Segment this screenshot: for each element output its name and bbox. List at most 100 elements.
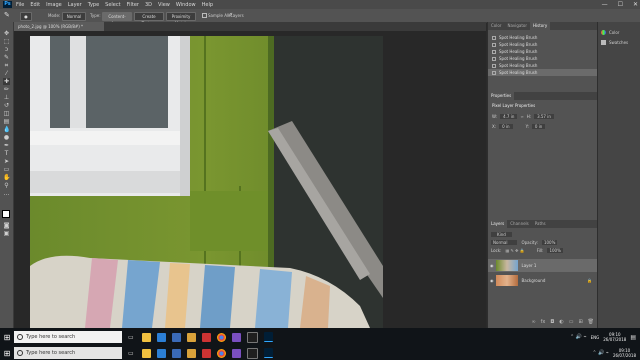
start-button-icon-2[interactable]: ⊞ — [0, 349, 14, 358]
spot-healing-tool-preset-icon[interactable]: ✎ — [4, 11, 14, 20]
file-explorer-icon[interactable] — [141, 332, 151, 342]
tray-icons[interactable]: ⌃ 🔊 ⌁ — [570, 334, 587, 340]
tab-paths[interactable]: Paths — [532, 220, 549, 228]
new-layer-icon[interactable]: ⊞ — [578, 319, 582, 326]
photoshop-taskbar-icon-2[interactable] — [263, 348, 273, 358]
w-field[interactable]: 4.7 in — [500, 114, 518, 119]
history-item[interactable]: Spot Healing Brush — [488, 62, 598, 69]
lasso-tool-icon[interactable]: ↄ — [3, 46, 10, 53]
brush-size-picker[interactable]: ● — [20, 12, 32, 21]
menu-select[interactable]: Select — [105, 2, 120, 8]
photoshop-taskbar-icon[interactable] — [263, 332, 273, 342]
start-button-icon[interactable]: ⊞ — [0, 333, 14, 342]
maximize-button[interactable]: ☐ — [618, 1, 623, 8]
more-tools-icon[interactable]: … — [3, 190, 10, 197]
collapsed-color[interactable]: Color — [598, 22, 640, 35]
adjustment-layer-icon[interactable]: ◐ — [559, 319, 563, 326]
task-view-icon-2[interactable]: ▭ — [128, 350, 134, 357]
menu-layer[interactable]: Layer — [68, 2, 82, 8]
visibility-eye-icon[interactable]: ◉ — [490, 278, 494, 283]
menu-file[interactable]: File — [16, 2, 24, 8]
sample-all-checkbox[interactable] — [202, 13, 207, 18]
history-brush-tool-icon[interactable]: ↺ — [3, 102, 10, 109]
app-icon-7[interactable] — [231, 332, 241, 342]
app-icon-8-2[interactable] — [246, 347, 258, 359]
proximity-match-button[interactable]: Proximity Match — [166, 12, 196, 26]
tab-channels[interactable]: Channels — [507, 220, 532, 228]
x-field[interactable]: 0 in — [499, 124, 513, 129]
create-texture-button[interactable]: Create Texture — [134, 12, 164, 26]
menu-view[interactable]: View — [158, 2, 170, 8]
history-item-selected[interactable]: Spot Healing Brush — [488, 69, 598, 76]
tab-layers[interactable]: Layers — [488, 220, 508, 228]
layer-filter-select[interactable]: Kind — [491, 231, 512, 237]
quick-select-tool-icon[interactable]: ✎ — [3, 54, 10, 61]
history-item[interactable]: Spot Healing Brush — [488, 48, 598, 55]
pen-tool-icon[interactable]: ✒ — [3, 142, 10, 149]
chrome-icon[interactable] — [216, 332, 226, 342]
clock[interactable]: 09:10 26/07/2018 — [603, 332, 626, 342]
tab-navigator[interactable]: Navigator — [504, 22, 530, 30]
spot-healing-tool-icon[interactable]: ✚ — [3, 78, 10, 85]
lock-icons[interactable]: ▦ ✎ ✥ 🔒 — [505, 248, 524, 253]
edge-browser-icon[interactable] — [156, 332, 166, 342]
tab-color[interactable]: Color — [488, 22, 504, 30]
history-item[interactable]: Spot Healing Brush — [488, 41, 598, 48]
chrome-icon-2[interactable] — [216, 348, 226, 358]
notification-icon[interactable]: ▤ — [630, 334, 636, 341]
y-field[interactable]: 0 in — [531, 124, 546, 129]
quick-mask-icon[interactable]: ◙ — [3, 222, 10, 229]
h-field[interactable]: 3.57 in — [534, 114, 554, 119]
folder-icon-2[interactable] — [186, 348, 196, 358]
visibility-eye-icon[interactable]: ◉ — [490, 263, 494, 268]
taskbar-search-box[interactable]: Type here to search — [14, 331, 122, 343]
collapsed-swatches[interactable]: Swatches — [598, 35, 640, 45]
menu-window[interactable]: Window — [176, 2, 196, 8]
layer-row-layer-1[interactable]: ◉ Layer 1 — [488, 259, 598, 272]
layer-row-background[interactable]: ◉ Background 🔒 — [488, 274, 598, 287]
task-view-icon[interactable]: ▭ — [128, 334, 134, 341]
menu-image[interactable]: Image — [46, 2, 62, 8]
document-image[interactable] — [30, 36, 383, 328]
blend-mode-select[interactable]: Normal — [491, 239, 518, 245]
language-indicator[interactable]: ENG — [591, 335, 600, 340]
edge-browser-icon-2[interactable] — [156, 348, 166, 358]
hand-tool-icon[interactable]: ✋ — [3, 174, 10, 181]
clone-stamp-tool-icon[interactable]: ⊥ — [3, 94, 10, 101]
move-tool-icon[interactable]: ✥ — [3, 30, 10, 37]
link-layers-icon[interactable]: ∞ — [531, 319, 535, 326]
gradient-tool-icon[interactable]: ▤ — [3, 118, 10, 125]
menu-type[interactable]: Type — [88, 2, 99, 8]
store-icon[interactable] — [171, 332, 181, 342]
app-icon-8[interactable] — [246, 331, 258, 343]
crop-tool-icon[interactable]: ⌗ — [3, 62, 10, 69]
menu-help[interactable]: Help — [202, 2, 213, 8]
folder-icon[interactable] — [186, 332, 196, 342]
tab-history[interactable]: History — [530, 22, 551, 30]
path-select-tool-icon[interactable]: ➤ — [3, 158, 10, 165]
add-mask-icon[interactable]: ◘ — [550, 319, 554, 326]
fx-icon[interactable]: fx — [541, 319, 546, 326]
opacity-field[interactable]: 100% — [541, 239, 558, 245]
file-explorer-icon-2[interactable] — [141, 348, 151, 358]
close-button[interactable]: ✕ — [633, 1, 638, 8]
store-icon-2[interactable] — [171, 348, 181, 358]
media-app-icon-2[interactable] — [201, 348, 211, 358]
menu-edit[interactable]: Edit — [30, 2, 40, 8]
dodge-tool-icon[interactable]: ● — [3, 134, 10, 141]
mode-select[interactable]: Normal — [62, 12, 86, 21]
tray-icons-2[interactable]: ⌃ 🔊 ⌁ — [592, 350, 609, 356]
fill-field[interactable]: 100% — [547, 247, 563, 253]
blur-tool-icon[interactable]: 💧 — [3, 126, 10, 133]
shape-tool-icon[interactable]: ▭ — [3, 166, 10, 173]
history-item[interactable]: Spot Healing Brush — [488, 55, 598, 62]
marquee-tool-icon[interactable]: ⬚ — [3, 38, 10, 45]
brush-tool-icon[interactable]: ✏ — [3, 86, 10, 93]
pressure-size-icon[interactable]: ✐ — [228, 11, 236, 20]
history-item[interactable]: Spot Healing Brush — [488, 34, 598, 41]
menu-filter[interactable]: Filter — [127, 2, 139, 8]
document-tab[interactable]: photo_2.jpg @ 100% (RGB/8#) * — [14, 22, 104, 31]
clock-2[interactable]: 09:10 26/07/2018 — [613, 348, 636, 358]
content-aware-button[interactable]: Content-Aware — [102, 12, 132, 26]
taskbar-search-box-2[interactable]: Type here to search — [14, 347, 122, 359]
